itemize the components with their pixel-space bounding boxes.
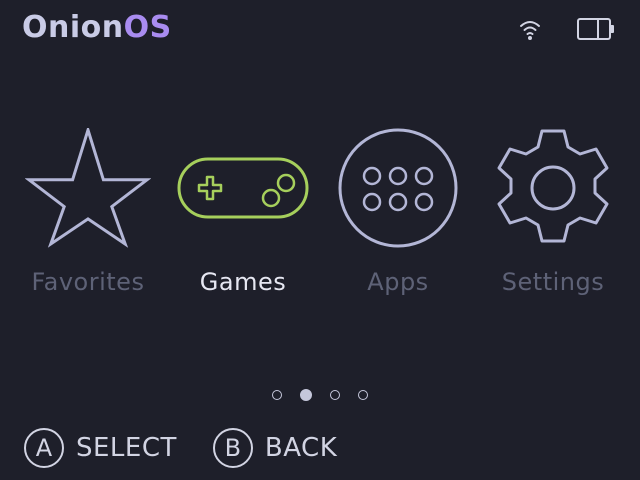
back-hint[interactable]: B BACK (212, 428, 338, 468)
menu-item-label: Apps (367, 268, 429, 296)
apps-grid-icon (338, 128, 458, 248)
main-menu: Favorites Games Apps Settings (0, 120, 640, 310)
menu-item-label: Favorites (31, 268, 145, 296)
brand-name: Onion (22, 10, 124, 45)
menu-item-label: Games (199, 268, 287, 296)
menu-item-settings[interactable]: Settings (478, 120, 628, 310)
page-dot[interactable] (358, 390, 368, 400)
page-indicator (0, 389, 640, 401)
page-dot-active[interactable] (300, 389, 312, 401)
wifi-icon (518, 16, 542, 42)
button-hints: A SELECT B BACK (24, 428, 337, 468)
star-icon (25, 128, 151, 248)
menu-item-apps[interactable]: Apps (323, 120, 473, 310)
gear-icon (497, 129, 609, 243)
a-button-icon: A (24, 428, 64, 468)
page-dot[interactable] (330, 390, 340, 400)
select-label: SELECT (76, 433, 177, 463)
menu-item-favorites[interactable]: Favorites (13, 120, 163, 310)
menu-item-games[interactable]: Games (168, 120, 318, 310)
b-button-icon: B (212, 428, 253, 468)
app-logo: OnionOS (22, 10, 172, 45)
back-label: BACK (264, 433, 338, 463)
page-dot[interactable] (272, 390, 282, 400)
select-hint[interactable]: A SELECT (24, 428, 177, 468)
status-bar (518, 16, 616, 42)
menu-item-label: Settings (501, 268, 605, 296)
battery-icon (576, 16, 616, 42)
brand-name-accent: OS (123, 10, 172, 45)
gamepad-icon (177, 157, 309, 219)
